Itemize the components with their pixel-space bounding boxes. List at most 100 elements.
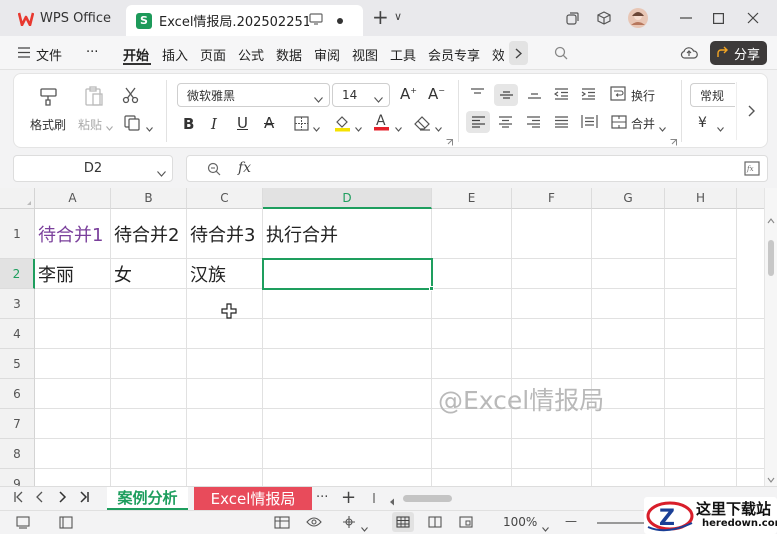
cell-a2[interactable]: 李丽 — [35, 259, 111, 289]
wrap-text-label[interactable]: 换行 — [631, 87, 655, 104]
increase-indent-icon[interactable] — [581, 88, 596, 103]
column-header-b[interactable]: B — [111, 188, 187, 209]
format-painter-label[interactable]: 格式刷 — [30, 116, 66, 133]
justify-icon[interactable] — [554, 116, 569, 131]
row-header-6[interactable]: 6 — [0, 379, 35, 409]
font-color-icon[interactable]: A — [373, 112, 390, 135]
row-header-2[interactable]: 2 — [0, 259, 35, 289]
row-header-3[interactable]: 3 — [0, 289, 35, 319]
strikethrough-icon[interactable]: A — [264, 114, 274, 132]
scroll-down-icon[interactable] — [767, 472, 775, 486]
expand-formula-icon[interactable]: fx — [744, 161, 760, 179]
menu-tab-member[interactable]: 会员专享 — [428, 45, 480, 64]
restore-window-icon[interactable] — [561, 8, 583, 28]
macro-icon[interactable] — [16, 516, 30, 532]
zoom-slider-track[interactable] — [597, 522, 647, 524]
user-avatar[interactable] — [627, 8, 649, 28]
menu-tab-view[interactable]: 视图 — [352, 45, 378, 64]
column-header-c[interactable]: C — [187, 188, 263, 209]
page-layout-view-icon[interactable] — [428, 516, 442, 531]
cell-h2[interactable] — [665, 259, 737, 289]
cell-b2[interactable]: 女 — [111, 259, 187, 289]
cloud-upload-icon[interactable] — [680, 45, 698, 63]
sheet-info-icon[interactable] — [59, 516, 73, 532]
cell-b1[interactable]: 待合并2 — [111, 209, 187, 259]
font-settings-launcher-icon[interactable] — [446, 135, 453, 149]
bold-icon[interactable]: B — [183, 115, 194, 133]
add-sheet-button[interactable]: + — [341, 487, 356, 508]
scroll-left-icon[interactable] — [389, 495, 395, 509]
tab-list-button[interactable]: ∨ — [394, 10, 402, 23]
share-button[interactable]: 分享 — [710, 41, 767, 65]
column-header-a[interactable]: A — [35, 188, 111, 209]
cube-icon[interactable] — [593, 8, 615, 28]
fill-handle[interactable] — [429, 286, 434, 291]
monitor-icon[interactable] — [309, 12, 323, 29]
align-left-icon[interactable] — [466, 111, 490, 133]
font-name-select[interactable]: 微软雅黑 — [177, 83, 330, 107]
freeze-dropdown-icon[interactable] — [361, 521, 368, 534]
select-all-corner[interactable] — [0, 188, 35, 209]
cell-a1[interactable]: 待合并1 — [35, 209, 111, 259]
cell-f2[interactable] — [512, 259, 592, 289]
horizontal-scroll-thumb[interactable] — [403, 495, 452, 502]
row-header-8[interactable]: 8 — [0, 439, 35, 469]
increase-font-size-icon[interactable]: A+ — [400, 85, 417, 103]
cell-e1[interactable] — [432, 209, 512, 259]
menu-tab-insert[interactable]: 插入 — [162, 45, 188, 64]
new-tab-button[interactable]: + — [372, 5, 389, 29]
row-header-9[interactable]: 9 — [0, 469, 35, 486]
fill-color-dropdown-icon[interactable] — [355, 121, 362, 135]
paste-dropdown-icon[interactable] — [106, 120, 113, 134]
paste-icon[interactable] — [83, 85, 105, 110]
underline-icon[interactable]: U — [237, 114, 248, 132]
cell-g1[interactable] — [592, 209, 665, 259]
row-header-7[interactable]: 7 — [0, 409, 35, 439]
merge-dropdown-icon[interactable] — [659, 121, 666, 135]
row-header-1[interactable]: 1 — [0, 209, 35, 259]
first-sheet-button[interactable] — [14, 491, 24, 506]
row-header-5[interactable]: 5 — [0, 349, 35, 379]
fill-color-icon[interactable] — [334, 114, 351, 135]
alignment-settings-launcher-icon[interactable] — [670, 135, 677, 149]
menu-file[interactable]: 文件 — [36, 45, 62, 64]
column-header-f[interactable]: F — [512, 188, 592, 209]
paste-label[interactable]: 粘贴 — [78, 116, 102, 133]
align-center-icon[interactable] — [498, 116, 513, 131]
wrap-text-icon[interactable] — [610, 86, 626, 104]
cell-h1[interactable] — [665, 209, 737, 259]
formula-input[interactable] — [267, 156, 727, 181]
menu-scroll-right-button[interactable] — [509, 41, 528, 65]
column-header-h[interactable]: H — [665, 188, 737, 209]
zoom-dropdown-icon[interactable] — [542, 521, 549, 534]
minimize-window-icon[interactable] — [675, 8, 697, 28]
font-size-select[interactable]: 14 — [332, 83, 390, 107]
border-dropdown-icon[interactable] — [313, 121, 320, 135]
zoom-level[interactable]: 100% — [503, 515, 537, 529]
decrease-indent-icon[interactable] — [553, 88, 569, 103]
insert-function-icon[interactable]: fx — [238, 160, 251, 176]
currency-dropdown-icon[interactable] — [717, 121, 724, 135]
align-top-icon[interactable] — [470, 88, 485, 103]
zoom-out-button[interactable]: — — [565, 514, 577, 528]
table-view-icon[interactable] — [274, 516, 290, 532]
sheet-tab-case-analysis[interactable]: 案例分析 — [107, 487, 188, 510]
search-icon[interactable] — [554, 46, 568, 63]
ribbon-scroll-right-icon[interactable] — [736, 82, 766, 140]
cell-g2[interactable] — [592, 259, 665, 289]
cut-icon[interactable] — [122, 86, 140, 107]
column-header-d[interactable]: D — [263, 188, 432, 209]
distributed-align-icon[interactable] — [581, 114, 598, 132]
currency-format-button[interactable]: ¥ — [698, 115, 707, 131]
format-painter-icon[interactable] — [38, 85, 60, 110]
vertical-scroll-thumb[interactable] — [768, 240, 774, 276]
menu-tab-formula[interactable]: 公式 — [238, 45, 264, 64]
cell-d1[interactable]: 执行合并 — [263, 209, 432, 259]
document-tab[interactable]: S Excel情报局.2025022517080 — [126, 5, 363, 36]
zoom-formula-icon[interactable] — [207, 162, 221, 179]
font-color-dropdown-icon[interactable] — [395, 121, 402, 135]
hamburger-menu-icon[interactable] — [18, 47, 30, 61]
freeze-panes-icon[interactable] — [341, 515, 357, 532]
number-format-select[interactable]: 常规 — [690, 83, 735, 107]
next-sheet-button[interactable] — [59, 491, 67, 506]
